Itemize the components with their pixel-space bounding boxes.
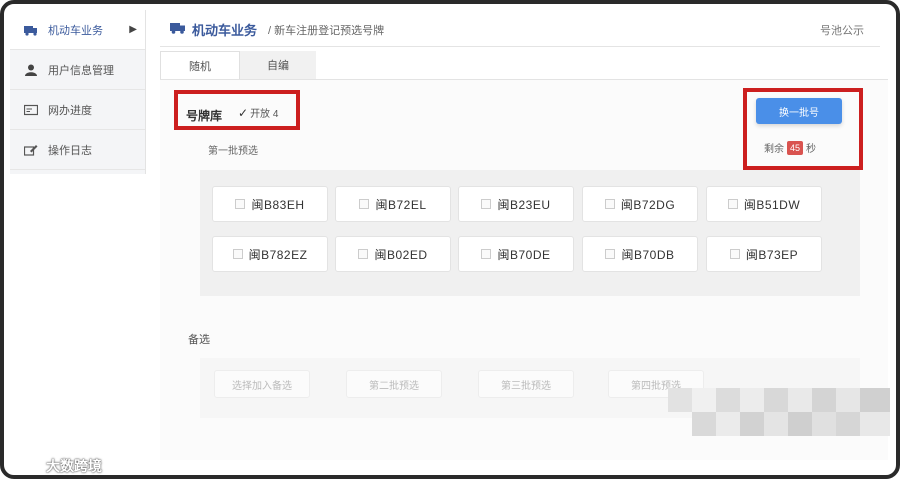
checkbox[interactable] [235,199,246,209]
checkbox[interactable] [604,199,615,209]
tab-custom[interactable]: 自编 [240,51,316,79]
checkbox[interactable] [358,249,369,259]
plate-number: 闽B72DG [620,197,676,212]
plate-number: 闽B72EL [375,197,427,212]
edit-icon [24,144,38,156]
watermark-logo-icon [12,459,41,474]
group-label: 第一批预选 [208,146,258,157]
number-pool-notice-link[interactable]: 号池公示 [820,22,864,38]
truck-icon [170,23,185,34]
checkbox[interactable] [481,199,492,209]
sidebar-item-label: 操作日志 [48,144,92,157]
countdown-prefix: 剩余 [764,144,784,155]
sidebar-item-label: 网办进度 [48,104,92,117]
plate-option[interactable]: 闽B02ED [335,236,451,272]
watermark-text: 大数跨境 [46,458,102,474]
plate-number: 闽B83EH [251,197,305,212]
countdown: 剩余 45 秒 [764,140,816,155]
sidebar-item-label: 机动车业务 [48,24,103,37]
app-window: 机动车业务 ▶ 用户信息管理 网办进度 操作日志 机动车业务 / 新车注册登记预… [0,0,900,479]
plate-number: 闽B70DB [621,247,675,262]
check-icon: ✓ [238,106,249,120]
breadcrumb: / 新车注册登记预选号牌 [268,25,385,37]
plate-option[interactable]: 闽B51DW [706,186,822,222]
sidebar-item-operation-log[interactable]: 操作日志 [10,130,145,170]
chevron-right-icon: ▶ [129,24,137,35]
sidebar-item-user-info[interactable]: 用户信息管理 [10,50,145,90]
countdown-suffix: 秒 [806,144,817,155]
plate-option[interactable]: 闽B70DE [458,236,574,272]
plate-number: 闽B70DE [497,247,551,262]
plate-option[interactable]: 闽B23EU [458,186,574,222]
tab-random[interactable]: 随机 [160,51,240,80]
plate-number: 闽B73EP [745,247,799,262]
plate-option[interactable]: 闽B782EZ [212,236,328,272]
sidebar-item-vehicle-business[interactable]: 机动车业务 ▶ [10,10,145,50]
checkbox[interactable] [481,249,492,259]
sidebar-item-label: 用户信息管理 [48,64,114,77]
checkbox[interactable] [605,249,616,259]
countdown-badge: 45 [787,140,804,155]
backup-option-button[interactable]: 第二批预选 [346,370,442,398]
pixelated-blur [668,388,890,436]
backup-option-button[interactable]: 选择加入备选 [214,370,310,398]
watermark: 大数跨境 [12,456,102,475]
plate-library-value-text: 开放 4 [250,109,279,120]
truck-icon [24,25,37,36]
checkbox[interactable] [232,249,243,259]
plate-number: 闽B782EZ [248,247,308,262]
sidebar-item-progress[interactable]: 网办进度 [10,90,145,130]
plate-library-label: 号牌库 [186,109,223,123]
plate-number: 闽B51DW [743,197,801,212]
checkbox[interactable] [727,199,738,209]
checkbox[interactable] [359,199,370,209]
backup-option-button[interactable]: 第三批预选 [478,370,574,398]
page-header: 机动车业务 / 新车注册登记预选号牌 号池公示 [160,10,880,47]
backup-label: 备选 [188,334,210,346]
refresh-plates-button[interactable]: 换一批号 [756,98,842,124]
page-title: 机动车业务 [192,23,258,38]
checkbox[interactable] [729,249,740,259]
user-icon [25,64,37,76]
plate-option[interactable]: 闽B72DG [582,186,698,222]
plate-option[interactable]: 闽B83EH [212,186,328,222]
plate-option[interactable]: 闽B72EL [335,186,451,222]
plate-number: 闽B23EU [497,197,551,212]
plate-option[interactable]: 闽B73EP [706,236,822,272]
plate-library-value: ✓ 开放 4 [238,105,278,120]
plate-option[interactable]: 闽B70DB [582,236,698,272]
plate-number: 闽B02ED [374,247,428,262]
card-icon [24,104,38,115]
sidebar: 机动车业务 ▶ 用户信息管理 网办进度 操作日志 [10,10,146,174]
